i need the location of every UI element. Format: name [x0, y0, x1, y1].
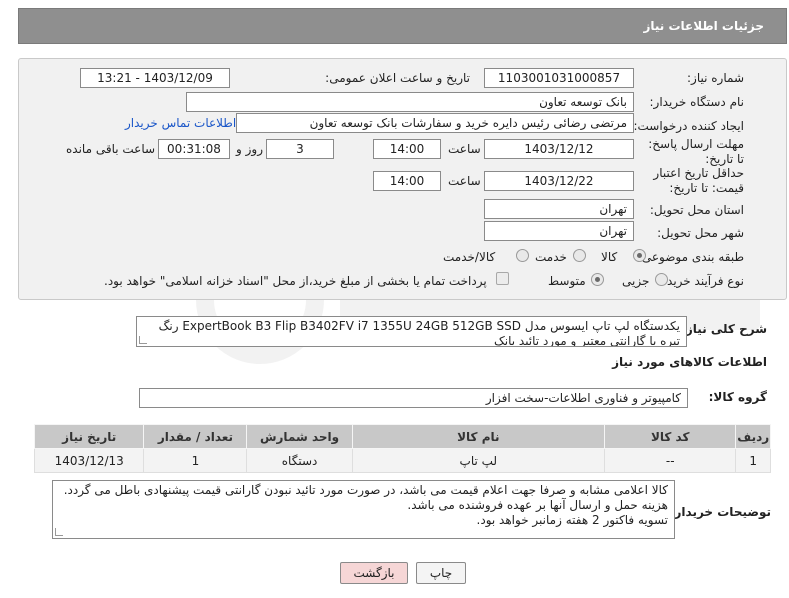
cell-row: 1: [735, 448, 771, 473]
deadline-time-field: 14:00: [373, 139, 441, 159]
col-qty-header: تعداد / مقدار: [143, 424, 248, 449]
goods-group-field: کامپیوتر و فناوری اطلاعات-سخت افزار: [139, 388, 688, 408]
process-type-label: نوع فرآیند خرید :: [659, 274, 744, 288]
price-validity-label: حداقل تاریخ اعتبار قیمت: تا تاریخ:: [653, 166, 744, 195]
announce-datetime-field: 1403/12/09 - 13:21: [80, 68, 230, 88]
goods-table-header: ردیف کد کالا نام کالا واحد شمارش تعداد /…: [33, 424, 771, 449]
page-header: جزئیات اطلاعات نیاز: [18, 8, 787, 44]
print-button[interactable]: چاپ: [416, 562, 466, 584]
cell-qty: 1: [143, 448, 248, 473]
summary-text: یکدستگاه لپ تاپ ایسوس مدل ExpertBook B3 …: [158, 319, 680, 347]
days-label: روز و: [236, 142, 263, 156]
province-label: استان محل تحویل:: [649, 203, 744, 217]
goods-group-label: گروه کالا:: [708, 390, 767, 404]
need-number-label: شماره نیاز:: [687, 71, 744, 85]
resize-grip-icon[interactable]: [55, 528, 63, 536]
validity-time-field: 14:00: [373, 171, 441, 191]
city-field: تهران: [484, 221, 634, 241]
table-row: 1 -- لپ تاپ دستگاه 1 1403/12/13: [33, 448, 771, 473]
days-remaining-field: 3: [266, 139, 334, 159]
page-title: جزئیات اطلاعات نیاز: [643, 19, 764, 33]
category-radio-service[interactable]: [573, 249, 586, 262]
treasury-payment-note: پرداخت تمام یا بخشی از مبلغ خرید،از محل …: [104, 274, 487, 288]
buyer-notes-textarea[interactable]: کالا اعلامی مشابه و صرفا جهت اعلام قیمت …: [52, 480, 675, 539]
province-field: تهران: [484, 199, 634, 219]
time-remaining-label: ساعت باقی مانده: [66, 142, 156, 156]
buyer-org-field: بانک توسعه تعاون: [186, 92, 634, 112]
back-button[interactable]: بازگشت: [340, 562, 408, 584]
summary-textarea[interactable]: یکدستگاه لپ تاپ ایسوس مدل ExpertBook B3 …: [136, 316, 687, 347]
col-row-header: ردیف: [735, 424, 771, 449]
buyer-note-line: کالا اعلامی مشابه و صرفا جهت اعلام قیمت …: [63, 483, 668, 497]
validity-time-label: ساعت: [448, 174, 481, 188]
deadline-label: مهلت ارسال پاسخ: تا تاریخ:: [648, 137, 744, 166]
col-name-header: نام کالا: [351, 424, 606, 449]
validity-date-field: 1403/12/22: [484, 171, 634, 191]
category-option-goods: کالا: [601, 250, 618, 264]
cell-unit: دستگاه: [246, 448, 353, 473]
process-option-medium: متوسط: [548, 274, 586, 288]
announce-datetime-label: تاریخ و ساعت اعلان عمومی:: [325, 71, 470, 85]
goods-section-title: اطلاعات کالاهای مورد نیاز: [612, 355, 767, 369]
col-code-header: کد کالا: [603, 424, 737, 449]
requester-label: ایجاد کننده درخواست:: [633, 119, 744, 133]
category-label: طبقه بندی موضوعی:: [637, 250, 744, 264]
cell-date: 1403/12/13: [33, 448, 145, 473]
category-option-both: کالا/خدمت: [443, 250, 496, 264]
cell-code: --: [603, 448, 737, 473]
buyer-note-line: هزینه حمل و ارسال آنها بر عهده فروشنده م…: [407, 498, 668, 512]
buyer-notes-label: توضیحات خریدار:: [669, 505, 771, 519]
category-radio-both[interactable]: [516, 249, 529, 262]
requester-field: مرتضی رضائی رئیس دایره خرید و سفارشات با…: [236, 113, 634, 133]
treasury-payment-checkbox[interactable]: [496, 272, 509, 285]
category-radio-goods[interactable]: [633, 249, 646, 262]
city-label: شهر محل تحویل:: [657, 226, 744, 240]
process-radio-medium[interactable]: [591, 273, 604, 286]
cell-name: لپ تاپ: [351, 448, 606, 473]
process-option-minor: جزیی: [622, 274, 650, 288]
deadline-date-field: 1403/12/12: [484, 139, 634, 159]
time-remaining-field: 00:31:08: [158, 139, 230, 159]
col-date-header: تاریخ نیاز: [33, 424, 145, 449]
category-option-service: خدمت: [535, 250, 567, 264]
buyer-org-label: نام دستگاه خریدار:: [649, 95, 745, 109]
need-number-field: 1103001031000857: [484, 68, 634, 88]
buyer-note-line: تسویه فاکتور 2 هفته زمانبر خواهد بود.: [476, 513, 668, 527]
deadline-time-label: ساعت: [448, 142, 481, 156]
goods-table: ردیف کد کالا نام کالا واحد شمارش تعداد /…: [33, 424, 771, 473]
buyer-contact-link[interactable]: اطلاعات تماس خریدار: [125, 116, 236, 130]
process-radio-minor[interactable]: [655, 273, 668, 286]
summary-label: شرح کلی نیاز:: [681, 322, 767, 336]
resize-grip-icon[interactable]: [139, 336, 147, 344]
col-unit-header: واحد شمارش: [246, 424, 353, 449]
